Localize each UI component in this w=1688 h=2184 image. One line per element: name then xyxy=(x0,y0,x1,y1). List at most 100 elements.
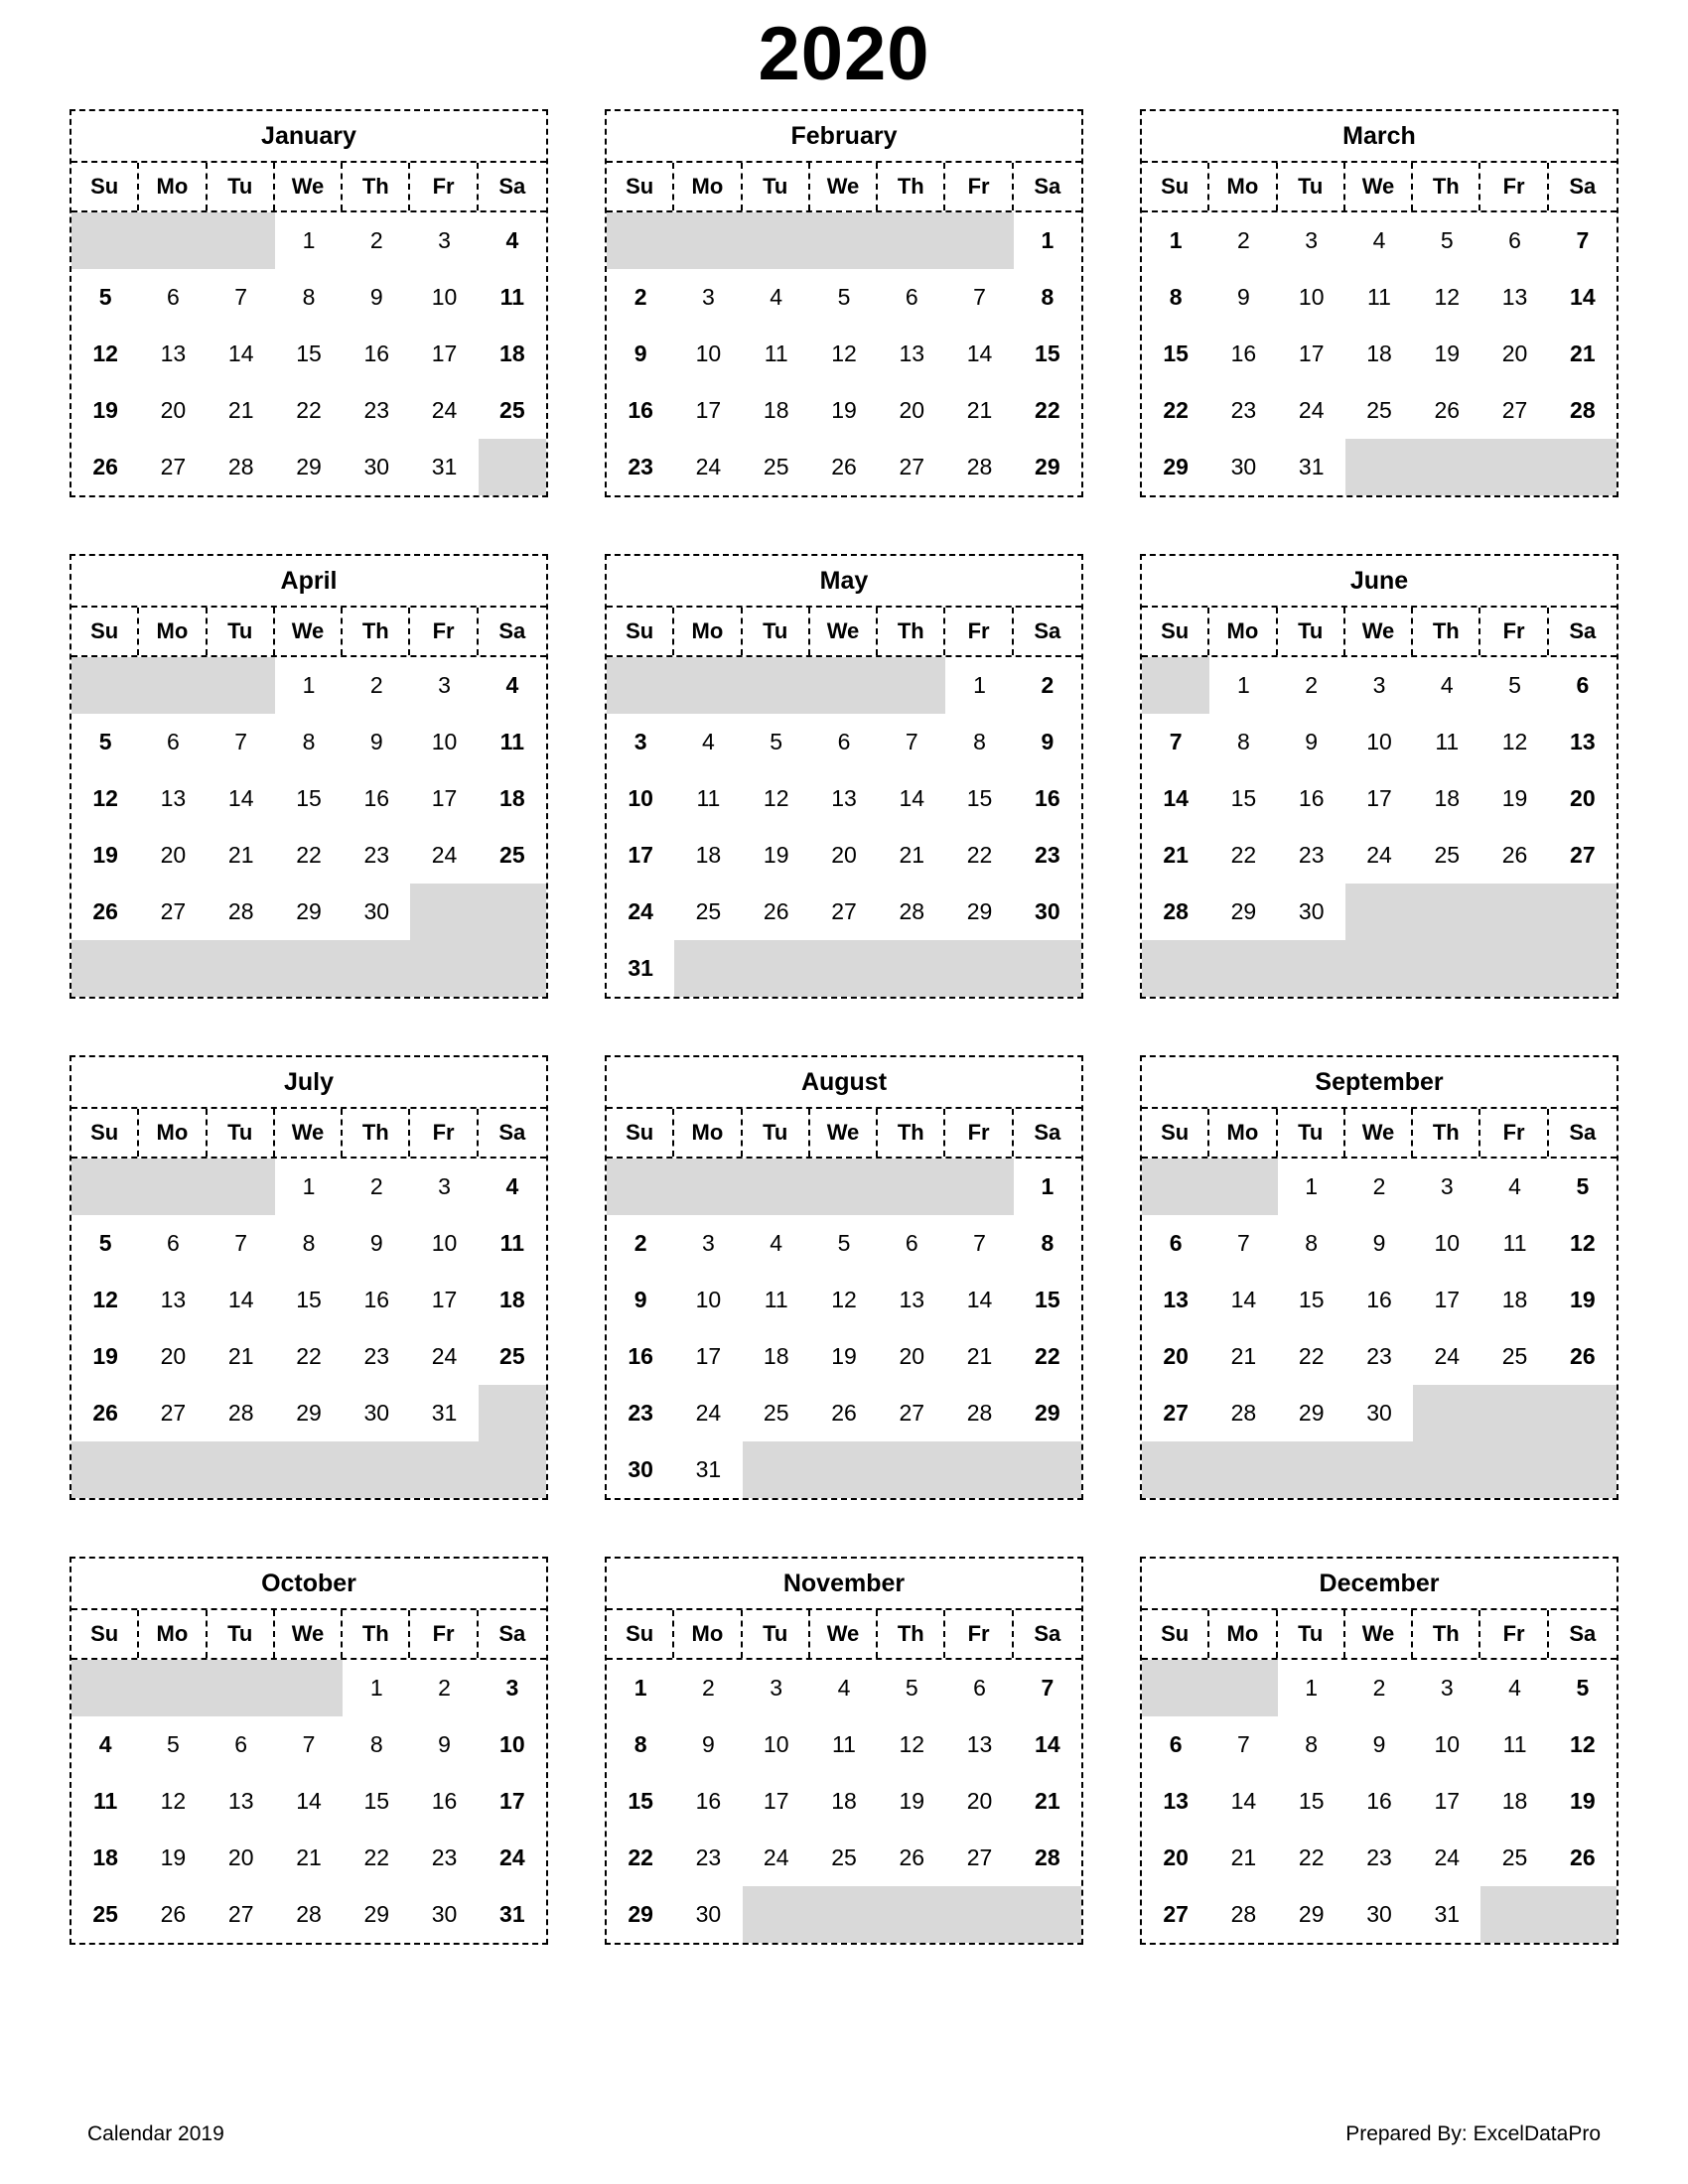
day-cell[interactable]: 29 xyxy=(607,1886,674,1943)
day-cell[interactable]: 10 xyxy=(410,1215,478,1272)
day-cell[interactable]: 16 xyxy=(1345,1773,1413,1830)
day-cell[interactable]: 20 xyxy=(1142,1830,1209,1886)
day-cell[interactable]: 28 xyxy=(208,884,275,940)
day-cell[interactable]: 7 xyxy=(1209,1215,1277,1272)
day-cell[interactable]: 4 xyxy=(810,1660,878,1716)
day-cell[interactable]: 4 xyxy=(479,657,546,714)
day-cell[interactable]: 30 xyxy=(674,1886,742,1943)
day-cell[interactable]: 28 xyxy=(878,884,945,940)
day-cell[interactable]: 10 xyxy=(1413,1215,1480,1272)
day-cell[interactable]: 19 xyxy=(139,1830,207,1886)
day-cell[interactable]: 23 xyxy=(1014,827,1081,884)
day-cell[interactable]: 22 xyxy=(1014,1328,1081,1385)
day-cell[interactable]: 3 xyxy=(410,1159,478,1215)
day-cell[interactable]: 14 xyxy=(1209,1272,1277,1328)
day-cell[interactable]: 6 xyxy=(1480,212,1548,269)
day-cell[interactable]: 7 xyxy=(945,269,1013,326)
day-cell[interactable]: 14 xyxy=(878,770,945,827)
day-cell[interactable]: 22 xyxy=(343,1830,410,1886)
day-cell[interactable]: 20 xyxy=(139,827,207,884)
day-cell[interactable]: 21 xyxy=(1142,827,1209,884)
day-cell[interactable]: 24 xyxy=(1413,1830,1480,1886)
day-cell[interactable]: 29 xyxy=(1014,1385,1081,1441)
day-cell[interactable]: 27 xyxy=(139,884,207,940)
day-cell[interactable]: 2 xyxy=(674,1660,742,1716)
day-cell[interactable]: 13 xyxy=(878,326,945,382)
day-cell[interactable]: 6 xyxy=(878,269,945,326)
day-cell[interactable]: 23 xyxy=(1345,1830,1413,1886)
day-cell[interactable]: 6 xyxy=(139,714,207,770)
day-cell[interactable]: 26 xyxy=(71,1385,139,1441)
day-cell[interactable]: 23 xyxy=(410,1830,478,1886)
day-cell[interactable]: 21 xyxy=(1209,1328,1277,1385)
day-cell[interactable]: 5 xyxy=(71,1215,139,1272)
day-cell[interactable]: 29 xyxy=(343,1886,410,1943)
day-cell[interactable]: 27 xyxy=(1142,1886,1209,1943)
day-cell[interactable]: 14 xyxy=(1209,1773,1277,1830)
day-cell[interactable]: 25 xyxy=(1480,1328,1548,1385)
day-cell[interactable]: 6 xyxy=(1142,1215,1209,1272)
day-cell[interactable]: 20 xyxy=(139,382,207,439)
day-cell[interactable]: 5 xyxy=(743,714,810,770)
day-cell[interactable]: 8 xyxy=(1209,714,1277,770)
day-cell[interactable]: 15 xyxy=(1014,326,1081,382)
day-cell[interactable]: 4 xyxy=(479,1159,546,1215)
day-cell[interactable]: 9 xyxy=(607,1272,674,1328)
day-cell[interactable]: 15 xyxy=(275,770,343,827)
day-cell[interactable]: 19 xyxy=(1480,770,1548,827)
day-cell[interactable]: 17 xyxy=(1413,1272,1480,1328)
day-cell[interactable]: 16 xyxy=(410,1773,478,1830)
day-cell[interactable]: 3 xyxy=(1413,1159,1480,1215)
day-cell[interactable]: 9 xyxy=(343,1215,410,1272)
day-cell[interactable]: 6 xyxy=(810,714,878,770)
day-cell[interactable]: 5 xyxy=(139,1716,207,1773)
day-cell[interactable]: 7 xyxy=(878,714,945,770)
day-cell[interactable]: 8 xyxy=(1278,1215,1345,1272)
day-cell[interactable]: 15 xyxy=(275,326,343,382)
day-cell[interactable]: 30 xyxy=(1345,1385,1413,1441)
day-cell[interactable]: 18 xyxy=(1480,1272,1548,1328)
day-cell[interactable]: 16 xyxy=(1278,770,1345,827)
day-cell[interactable]: 20 xyxy=(878,1328,945,1385)
day-cell[interactable]: 16 xyxy=(343,1272,410,1328)
day-cell[interactable]: 12 xyxy=(878,1716,945,1773)
day-cell[interactable]: 24 xyxy=(1345,827,1413,884)
day-cell[interactable]: 4 xyxy=(1480,1660,1548,1716)
day-cell[interactable]: 7 xyxy=(208,269,275,326)
day-cell[interactable]: 28 xyxy=(208,1385,275,1441)
day-cell[interactable]: 22 xyxy=(1209,827,1277,884)
day-cell[interactable]: 20 xyxy=(878,382,945,439)
day-cell[interactable]: 26 xyxy=(810,1385,878,1441)
day-cell[interactable]: 6 xyxy=(139,269,207,326)
day-cell[interactable]: 3 xyxy=(674,1215,742,1272)
day-cell[interactable]: 29 xyxy=(945,884,1013,940)
day-cell[interactable]: 27 xyxy=(139,1385,207,1441)
day-cell[interactable]: 24 xyxy=(479,1830,546,1886)
day-cell[interactable]: 26 xyxy=(743,884,810,940)
day-cell[interactable]: 6 xyxy=(945,1660,1013,1716)
day-cell[interactable]: 18 xyxy=(71,1830,139,1886)
day-cell[interactable]: 1 xyxy=(275,1159,343,1215)
day-cell[interactable]: 21 xyxy=(1209,1830,1277,1886)
day-cell[interactable]: 25 xyxy=(743,1385,810,1441)
day-cell[interactable]: 3 xyxy=(674,269,742,326)
day-cell[interactable]: 29 xyxy=(275,884,343,940)
day-cell[interactable]: 12 xyxy=(71,770,139,827)
day-cell[interactable]: 11 xyxy=(479,1215,546,1272)
day-cell[interactable]: 5 xyxy=(1549,1660,1617,1716)
day-cell[interactable]: 19 xyxy=(1413,326,1480,382)
day-cell[interactable]: 16 xyxy=(674,1773,742,1830)
day-cell[interactable]: 11 xyxy=(479,714,546,770)
day-cell[interactable]: 10 xyxy=(743,1716,810,1773)
day-cell[interactable]: 14 xyxy=(1142,770,1209,827)
day-cell[interactable]: 7 xyxy=(945,1215,1013,1272)
day-cell[interactable]: 30 xyxy=(1278,884,1345,940)
day-cell[interactable]: 9 xyxy=(410,1716,478,1773)
day-cell[interactable]: 30 xyxy=(1345,1886,1413,1943)
day-cell[interactable]: 3 xyxy=(743,1660,810,1716)
day-cell[interactable]: 17 xyxy=(674,1328,742,1385)
day-cell[interactable]: 19 xyxy=(878,1773,945,1830)
day-cell[interactable]: 25 xyxy=(479,382,546,439)
day-cell[interactable]: 27 xyxy=(139,439,207,495)
day-cell[interactable]: 3 xyxy=(607,714,674,770)
